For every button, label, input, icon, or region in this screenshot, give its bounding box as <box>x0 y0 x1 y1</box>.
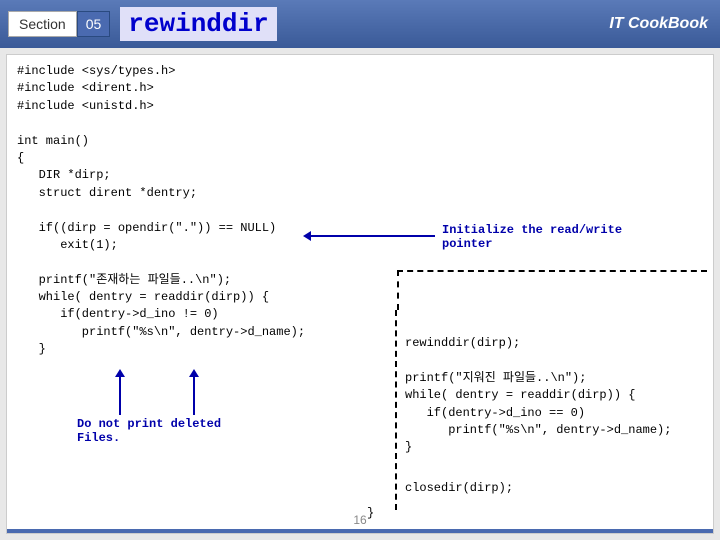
slide-content: #include <sys/types.h> #include <dirent.… <box>6 54 714 534</box>
footer-accent <box>7 529 713 533</box>
code-block-left: #include <sys/types.h> #include <dirent.… <box>17 63 305 359</box>
slide-title: rewinddir <box>120 7 276 41</box>
section-label: Section <box>8 11 77 37</box>
dashed-connector-top <box>397 270 707 310</box>
brand-label: IT CookBook <box>609 15 708 33</box>
code-closedir: closedir(dirp); <box>405 480 513 497</box>
annotation-initialize: Initialize the read/write pointer <box>442 223 642 251</box>
slide-header: Section 05 rewinddir IT CookBook <box>0 0 720 48</box>
page-number: 16 <box>353 513 366 527</box>
code-block-right: rewinddir(dirp); printf("지워진 파일들..\n"); … <box>405 335 671 457</box>
arrow-icon <box>119 375 121 415</box>
annotation-deleted: Do not print deleted Files. <box>77 417 247 445</box>
dashed-connector-side <box>395 310 397 510</box>
code-closing-brace: } <box>367 505 374 522</box>
arrow-icon <box>309 235 435 237</box>
arrow-icon <box>193 375 195 415</box>
section-number: 05 <box>77 11 111 37</box>
